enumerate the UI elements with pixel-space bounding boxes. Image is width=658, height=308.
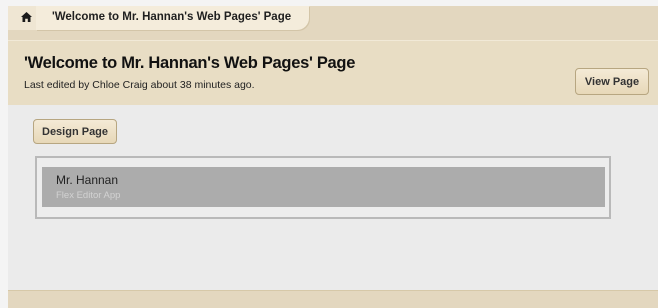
breadcrumb: 'Welcome to Mr. Hannan's Web Pages' Page [8,6,658,40]
breadcrumb-current-page[interactable]: 'Welcome to Mr. Hannan's Web Pages' Page [36,6,310,30]
app-item[interactable]: Mr. Hannan Flex Editor App [42,167,605,207]
apps-container: Mr. Hannan Flex Editor App [35,156,611,219]
last-edited-text: Last edited by Chloe Craig about 38 minu… [24,79,255,91]
app-name: Mr. Hannan [56,173,119,187]
page-frame: 'Welcome to Mr. Hannan's Web Pages' Page… [8,6,658,308]
app-type: Flex Editor App [56,190,121,201]
page-header: 'Welcome to Mr. Hannan's Web Pages' Page… [8,40,658,105]
design-page-button[interactable]: Design Page [33,119,117,144]
view-page-button[interactable]: View Page [575,68,649,95]
page-title: 'Welcome to Mr. Hannan's Web Pages' Page [24,54,356,72]
footer-strip [8,290,658,308]
home-icon [21,12,32,22]
page-content: Design Page Mr. Hannan Flex Editor App [8,105,658,290]
